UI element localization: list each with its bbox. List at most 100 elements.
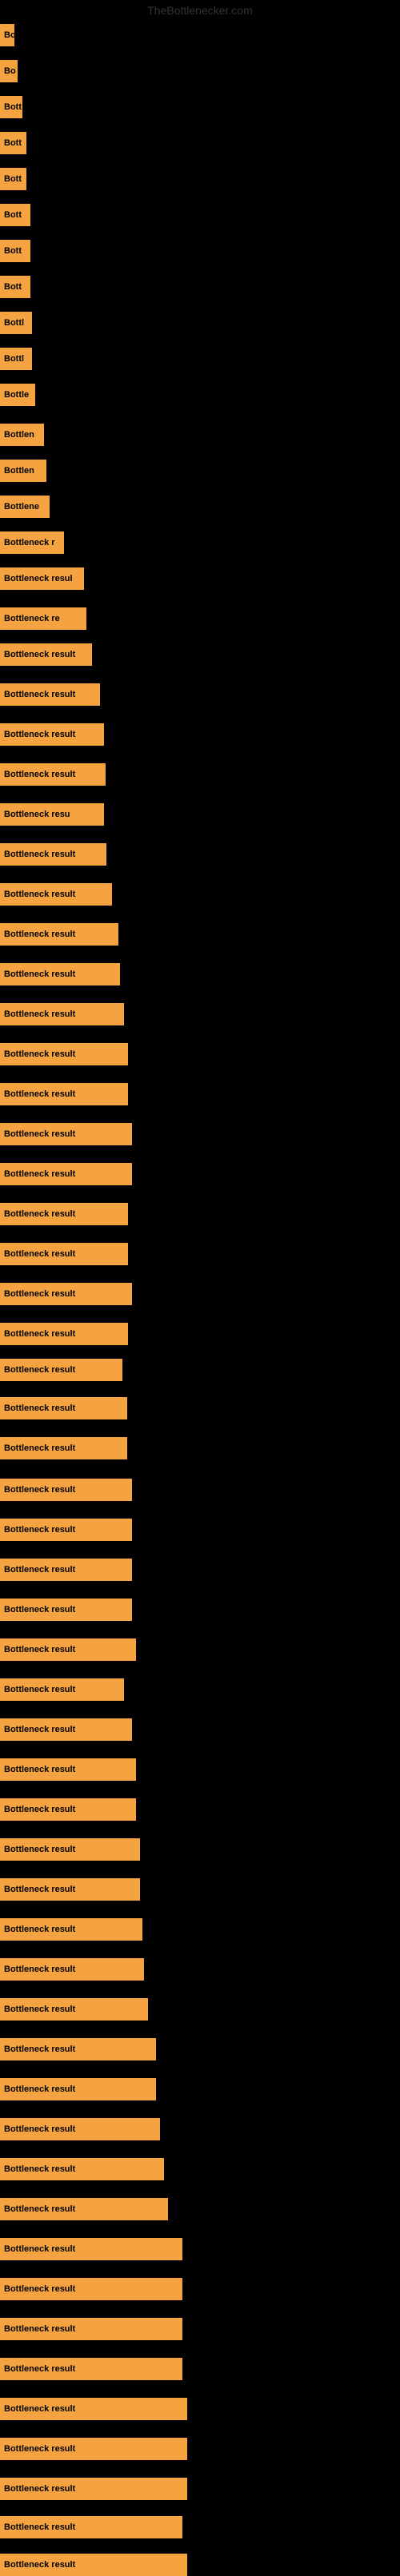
bar-label: Bottleneck result [0, 1283, 132, 1305]
bar-label: Bottleneck result [0, 2398, 187, 2420]
bar-label: Bottleneck result [0, 1678, 124, 1701]
bar-row: Bottleneck result [0, 1243, 128, 1265]
bar-row: Bottleneck result [0, 1283, 132, 1305]
bar-row: Bottleneck result [0, 1519, 132, 1541]
bar-label: Bottleneck result [0, 2198, 168, 2220]
bar-row: Bottleneck result [0, 1958, 144, 1981]
bar-label: Bottl [0, 348, 32, 370]
bar-label: Bottleneck result [0, 963, 120, 985]
bar-row: Bottleneck result [0, 2554, 187, 2576]
bar-label: Bottleneck result [0, 1397, 127, 1419]
bar-row: Bottleneck result [0, 1559, 132, 1581]
bar-row: Bottleneck result [0, 1043, 128, 1065]
bar-label: Bottleneck result [0, 2078, 156, 2100]
bar-row: Bottleneck result [0, 843, 106, 866]
bar-row: Bottleneck result [0, 1163, 132, 1185]
bar-row: Bottleneck result [0, 1203, 128, 1225]
bar-row: Bottle [0, 384, 35, 406]
bar-label: Bottlene [0, 496, 50, 518]
bar-label: Bott [0, 276, 30, 298]
bar-label: Bottleneck result [0, 1043, 128, 1065]
bar-row: Bottleneck result [0, 1838, 140, 1861]
bar-label: Bottleneck result [0, 2038, 156, 2060]
bar-row: Bottleneck result [0, 2318, 182, 2340]
bar-row: Bottleneck result [0, 2516, 182, 2538]
bar-label: Bottleneck result [0, 1599, 132, 1621]
bar-row: Bottleneck result [0, 683, 100, 706]
bar-row: Bottleneck result [0, 1359, 122, 1381]
bar-row: Bottl [0, 312, 32, 334]
bar-label: Bottleneck result [0, 1163, 132, 1185]
bar-row: Bottleneck result [0, 1758, 136, 1781]
bar-label: Bo [0, 24, 14, 46]
bar-label: Bottl [0, 312, 32, 334]
bar-row: Bottlene [0, 496, 50, 518]
bar-row: Bottleneck result [0, 1678, 124, 1701]
bar-label: Bottleneck result [0, 2238, 182, 2260]
bar-label: Bottleneck result [0, 2318, 182, 2340]
bar-label: Bottleneck result [0, 843, 106, 866]
bar-label: Bottle [0, 384, 35, 406]
bar-label: Bo [0, 60, 18, 82]
bar-label: Bottleneck result [0, 923, 118, 946]
bar-row: Bottleneck result [0, 2158, 164, 2180]
bar-row: Bottleneck result [0, 2358, 182, 2380]
bar-row: Bottleneck result [0, 1479, 132, 1501]
bar-label: Bott [0, 96, 22, 118]
bar-label: Bottleneck result [0, 1798, 136, 1821]
bar-row: Bo [0, 24, 14, 46]
bar-label: Bottleneck result [0, 1359, 122, 1381]
bar-row: Bottleneck result [0, 1878, 140, 1901]
bar-label: Bottleneck result [0, 1718, 132, 1741]
bar-label: Bottleneck result [0, 2478, 187, 2500]
bar-row: Bottleneck result [0, 2038, 156, 2060]
bar-label: Bottleneck result [0, 2516, 182, 2538]
bar-label: Bottleneck result [0, 1838, 140, 1861]
bar-row: Bott [0, 132, 26, 154]
bar-label: Bottleneck result [0, 1437, 127, 1459]
bar-label: Bott [0, 168, 26, 190]
bar-label: Bottleneck result [0, 1958, 144, 1981]
bar-row: Bottleneck result [0, 1918, 142, 1941]
bar-label: Bottleneck result [0, 683, 100, 706]
bar-label: Bottleneck result [0, 763, 106, 786]
bar-row: Bott [0, 168, 26, 190]
bar-label: Bottleneck result [0, 883, 112, 906]
bar-label: Bottleneck result [0, 1083, 128, 1105]
bar-label: Bottleneck r [0, 532, 64, 554]
bar-label: Bottleneck result [0, 643, 92, 666]
bar-label: Bott [0, 240, 30, 262]
bar-row: Bottleneck result [0, 2078, 156, 2100]
bar-label: Bottleneck result [0, 2278, 182, 2300]
bar-row: Bott [0, 96, 22, 118]
bar-row: Bottleneck resul [0, 567, 84, 590]
bar-row: Bottleneck result [0, 1998, 148, 2021]
bar-row: Bottleneck result [0, 1798, 136, 1821]
bar-row: Bottlen [0, 424, 44, 446]
bar-label: Bott [0, 204, 30, 226]
bar-label: Bottleneck result [0, 1123, 132, 1145]
bar-label: Bottleneck result [0, 1638, 136, 1661]
bar-label: Bottlen [0, 460, 46, 482]
bar-label: Bottleneck result [0, 2118, 160, 2140]
bar-label: Bottleneck result [0, 2554, 187, 2576]
bar-row: Bottleneck result [0, 1397, 127, 1419]
bar-row: Bottlen [0, 460, 46, 482]
bar-row: Bottl [0, 348, 32, 370]
bar-row: Bott [0, 204, 30, 226]
bar-label: Bottleneck result [0, 1479, 132, 1501]
bar-label: Bottleneck result [0, 1203, 128, 1225]
bar-row: Bottleneck result [0, 2118, 160, 2140]
bar-label: Bottleneck result [0, 1519, 132, 1541]
site-title: TheBottlenecker.com [147, 4, 253, 17]
bar-label: Bottleneck result [0, 723, 104, 746]
bar-label: Bottleneck result [0, 1243, 128, 1265]
bar-row: Bottleneck result [0, 1638, 136, 1661]
bar-row: Bottleneck result [0, 763, 106, 786]
bar-row: Bottleneck result [0, 923, 118, 946]
bar-label: Bottleneck result [0, 1878, 140, 1901]
bar-label: Bott [0, 132, 26, 154]
bar-row: Bottleneck re [0, 607, 86, 630]
bar-row: Bottleneck result [0, 2278, 182, 2300]
bar-label: Bottleneck result [0, 1998, 148, 2021]
